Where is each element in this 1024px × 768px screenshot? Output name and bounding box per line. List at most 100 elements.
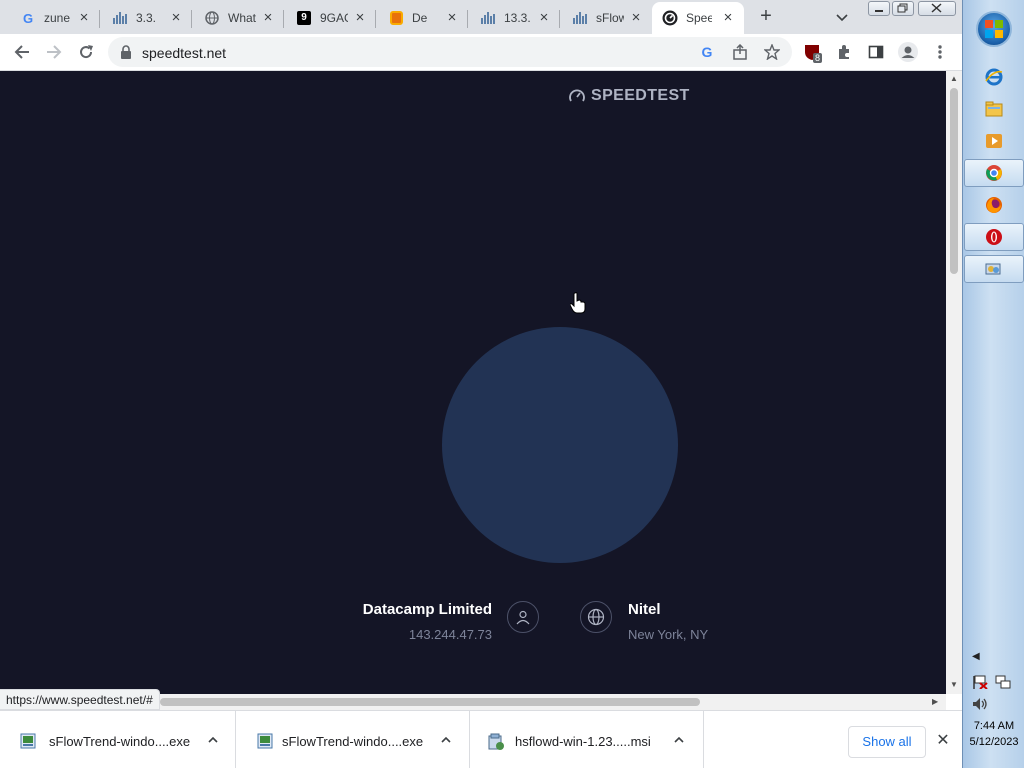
close-tab-icon[interactable]: × <box>536 10 552 26</box>
close-tab-icon[interactable]: × <box>628 10 644 26</box>
windows-logo-icon <box>985 20 1003 38</box>
file-explorer-icon[interactable] <box>964 95 1024 123</box>
globe-icon[interactable] <box>580 601 612 633</box>
share-icon[interactable] <box>729 41 751 63</box>
google-icon: G <box>22 10 34 26</box>
close-tab-icon[interactable]: × <box>76 10 92 26</box>
media-player-icon[interactable] <box>964 127 1024 155</box>
download-item[interactable]: hsflowd-win-1.23.....msi <box>471 711 704 768</box>
action-center-flag-icon[interactable] <box>972 675 988 692</box>
speedtest-logo[interactable]: SPEEDTEST <box>568 87 690 105</box>
close-window-button[interactable] <box>918 1 956 16</box>
scroll-up-arrow-icon[interactable]: ▲ <box>950 75 958 83</box>
tab-search-chevron-icon[interactable] <box>834 9 850 25</box>
user-icon <box>507 601 539 633</box>
chart-icon <box>480 10 496 26</box>
show-hidden-icons-arrow[interactable]: ◀ <box>972 651 980 662</box>
tab-de[interactable]: De × <box>368 2 468 34</box>
status-bubble-url: https://www.speedtest.net/# <box>0 689 160 710</box>
tab-title: 3.3. T <box>136 11 158 25</box>
lock-icon[interactable] <box>120 45 132 62</box>
speedtest-icon <box>662 10 678 26</box>
close-tab-icon[interactable]: × <box>168 10 184 26</box>
close-tab-icon[interactable]: × <box>720 10 736 26</box>
download-filename: hsflowd-win-1.23.....msi <box>515 734 651 749</box>
reload-button[interactable] <box>75 41 97 63</box>
back-button[interactable] <box>11 41 33 63</box>
clock-date: 5/12/2023 <box>969 736 1019 748</box>
opera-taskbar-button[interactable] <box>964 223 1024 251</box>
network-app-taskbar-button[interactable] <box>964 255 1024 283</box>
windows-taskbar: ◀ 7:44 AM 5/12/2023 <box>962 0 1024 768</box>
new-tab-button[interactable]: + <box>756 6 776 28</box>
browser-toolbar: speedtest.net G 8 <box>0 34 962 71</box>
chrome-taskbar-button[interactable] <box>964 159 1024 187</box>
chevron-up-icon[interactable] <box>672 733 686 747</box>
tab-9gag[interactable]: 9 9GAG × <box>276 2 376 34</box>
brand-name: SPEEDTEST <box>591 87 690 104</box>
restore-button[interactable] <box>892 1 914 16</box>
menu-kebab-icon[interactable] <box>929 41 951 63</box>
download-filename: sFlowTrend-windo....exe <box>49 734 191 749</box>
tab-title: Spee <box>686 11 712 25</box>
page-viewport: SPEEDTEST Datacamp Limited 143.244.47.73… <box>0 71 946 694</box>
forward-button[interactable] <box>43 41 65 63</box>
chevron-up-icon[interactable] <box>206 733 220 747</box>
server-name[interactable]: Nitel <box>628 601 661 618</box>
reload-icon <box>80 45 93 59</box>
opera-icon <box>986 229 1002 245</box>
chrome-icon <box>986 165 1002 181</box>
scroll-right-arrow-icon[interactable]: ▶ <box>932 698 938 706</box>
chart-icon <box>572 10 588 26</box>
profile-avatar-icon[interactable] <box>897 41 919 63</box>
network-status-icon[interactable] <box>995 675 1011 692</box>
internet-explorer-icon[interactable] <box>964 63 1024 91</box>
tab-sflow[interactable]: sFlow × <box>552 2 652 34</box>
vertical-scrollbar[interactable]: ▲ ▼ <box>946 71 962 694</box>
close-tab-icon[interactable]: × <box>260 10 276 26</box>
tab-title: zune <box>44 11 70 25</box>
close-tab-icon[interactable]: × <box>444 10 460 26</box>
close-downloads-bar-icon[interactable]: ✕ <box>935 733 951 749</box>
start-button[interactable] <box>976 11 1012 47</box>
installer-file-icon <box>20 733 36 752</box>
download-item[interactable]: sFlowTrend-windo....exe <box>237 711 470 768</box>
system-clock[interactable]: 7:44 AM 5/12/2023 <box>963 718 1024 750</box>
bookmark-star-icon[interactable] <box>761 41 783 63</box>
scroll-thumb[interactable] <box>950 88 958 274</box>
tab-what[interactable]: What × <box>184 2 284 34</box>
clock-time: 7:44 AM <box>973 720 1015 732</box>
firefox-icon[interactable] <box>964 191 1024 219</box>
url-text[interactable]: speedtest.net <box>142 45 226 61</box>
download-item[interactable]: sFlowTrend-windo....exe <box>0 711 236 768</box>
installer-file-icon <box>257 733 273 752</box>
show-all-downloads-button[interactable]: Show all <box>848 726 926 758</box>
google-lens-icon[interactable]: G <box>696 41 718 63</box>
server-location[interactable]: New York, NY <box>628 627 708 642</box>
close-tab-icon[interactable]: × <box>352 10 368 26</box>
tab-speedtest[interactable]: Spee × <box>652 2 744 34</box>
side-panel-icon[interactable] <box>865 41 887 63</box>
tab-title: What <box>228 11 256 25</box>
tab-3-3[interactable]: 3.3. T × <box>92 2 192 34</box>
minimize-button[interactable] <box>868 1 890 16</box>
ublock-extension-icon[interactable]: 8 <box>801 41 823 63</box>
chevron-up-icon[interactable] <box>439 733 453 747</box>
scroll-thumb[interactable] <box>160 698 700 706</box>
address-bar[interactable]: speedtest.net G <box>108 37 792 67</box>
forward-arrow-icon <box>47 45 62 59</box>
download-filename: sFlowTrend-windo....exe <box>282 734 424 749</box>
network-app-icon <box>985 263 1001 275</box>
tab-strip: G zune × 3.3. T × What × 9 9GAG × De × 1… <box>0 0 962 34</box>
isp-name: Datacamp Limited <box>362 601 492 618</box>
scroll-down-arrow-icon[interactable]: ▼ <box>950 681 958 689</box>
tab-13-3[interactable]: 13.3. × <box>460 2 560 34</box>
ip-address: 143.244.47.73 <box>408 627 492 642</box>
volume-speaker-icon[interactable] <box>972 697 988 714</box>
tab-zune[interactable]: G zune × <box>0 2 100 34</box>
tab-title: 13.3. <box>504 11 531 25</box>
tab-title: De <box>412 11 428 25</box>
extensions-puzzle-icon[interactable] <box>833 41 855 63</box>
start-test-button[interactable] <box>442 327 678 563</box>
downloads-bar: sFlowTrend-windo....exe sFlowTrend-windo… <box>0 710 962 768</box>
